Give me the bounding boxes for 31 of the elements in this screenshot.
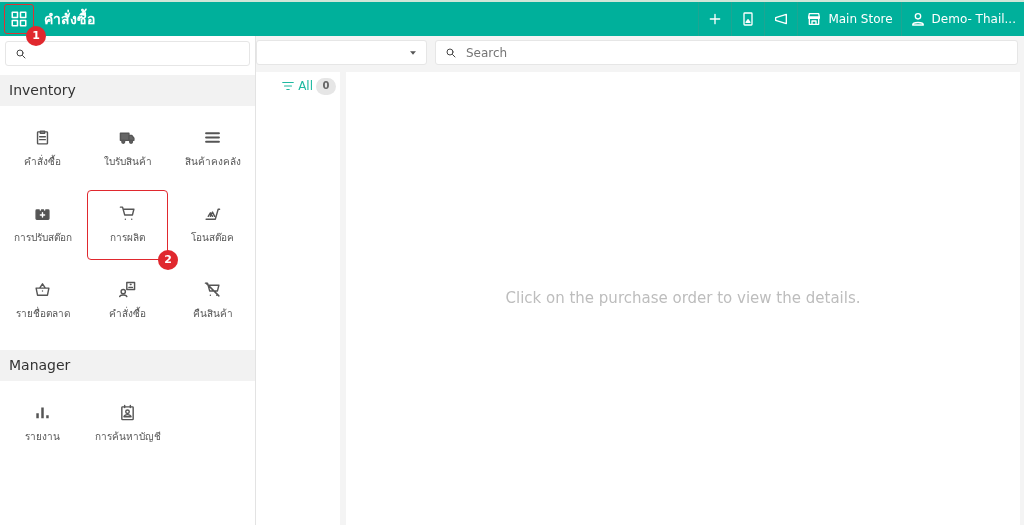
annotation-marker: 2	[158, 250, 178, 270]
basket-icon	[34, 281, 51, 298]
menu-item[interactable]: ใบรับสินค้า	[87, 114, 168, 184]
search-icon	[15, 48, 27, 60]
contact-card-icon	[119, 404, 136, 421]
cart-off-icon	[204, 281, 221, 298]
user-icon	[909, 11, 926, 27]
megaphone-icon	[773, 11, 790, 27]
apps-grid-icon	[10, 10, 28, 28]
section-header: Manager	[0, 350, 255, 381]
search-field[interactable]: Search	[435, 40, 1018, 65]
menu-search-field[interactable]	[5, 41, 250, 66]
menu-item[interactable]: การค้นหาบัญชี	[87, 389, 168, 459]
menu-item[interactable]: รายชื่อตลาด	[2, 266, 83, 336]
filter-icon	[281, 79, 296, 93]
user-chat-icon	[119, 281, 136, 298]
annotation-marker: 1	[26, 26, 46, 46]
list-icon	[204, 129, 221, 146]
section-header: Inventory	[0, 75, 255, 106]
store-icon	[806, 11, 823, 27]
search-icon	[445, 47, 457, 59]
menu-item[interactable]: สินค้าคงคลัง	[172, 114, 253, 184]
page-title: คำสั่งซื้อ	[44, 8, 95, 29]
menu-item[interactable]: การปรับสต๊อก	[2, 190, 83, 260]
menu-item[interactable]: รายงาน	[2, 389, 83, 459]
empty-state-message: Click on the purchase order to view the details.	[505, 288, 861, 310]
category-dropdown[interactable]	[256, 40, 427, 65]
menu-item[interactable]: คำสั่งซื้อ	[2, 114, 83, 184]
clipboard-icon	[34, 129, 51, 146]
count-badge: 0	[316, 77, 336, 95]
cart-icon	[119, 205, 136, 222]
